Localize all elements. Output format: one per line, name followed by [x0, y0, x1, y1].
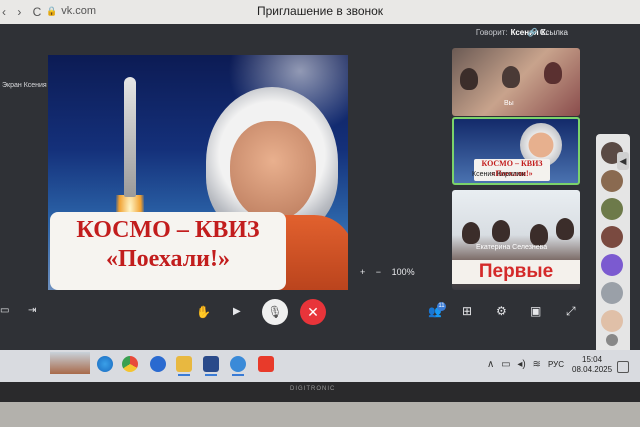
- language-indicator[interactable]: РУС: [548, 360, 564, 369]
- participant-name: Ксения Кирилюк: [472, 171, 526, 178]
- participant-avatar: [462, 222, 480, 244]
- speaker-prefix: Говорит:: [475, 28, 508, 37]
- layout-grid-button[interactable]: ⊞: [462, 304, 472, 318]
- collapse-rail-button[interactable]: ◀: [617, 152, 629, 170]
- participant-avatar: [502, 66, 520, 88]
- thumb-quiz-title: КОСМО – КВИЗ: [481, 159, 543, 168]
- settings-button[interactable]: ⚙: [496, 304, 507, 318]
- active-indicator: [232, 374, 244, 376]
- monitor-brand: DIGITRONIC: [290, 386, 336, 392]
- rail-avatar[interactable]: [601, 170, 623, 192]
- zoom-controls: + − 100%: [360, 267, 415, 277]
- zoom-in-button[interactable]: +: [360, 267, 365, 277]
- raise-hand-button[interactable]: ✋: [196, 305, 211, 319]
- word-icon[interactable]: [203, 356, 219, 372]
- browser-icon[interactable]: [230, 356, 246, 372]
- active-indicator: [205, 374, 217, 376]
- participant-avatar: [460, 68, 478, 90]
- cosmonaut-face: [230, 121, 316, 221]
- quiz-title-card: КОСМО – КВИЗ «Поехали!»: [50, 212, 286, 290]
- shared-screen-slide: КОСМО – КВИЗ «Поехали!»: [48, 55, 348, 290]
- quiz-subtitle: «Поехали!»: [105, 246, 231, 272]
- monitor-bezel: [0, 382, 640, 402]
- app-icon[interactable]: [150, 356, 166, 372]
- zoom-out-button[interactable]: −: [376, 267, 381, 277]
- page-title: Приглашение в звонок: [256, 4, 384, 18]
- folder-icon[interactable]: [176, 356, 192, 372]
- zoom-level: 100%: [391, 267, 415, 277]
- browser-bar: ‹ › C 🔒 vk.com Приглашение в звонок: [0, 0, 640, 24]
- left-control-icon[interactable]: ⇥: [28, 305, 36, 316]
- chat-icon[interactable]: [606, 334, 618, 346]
- link-icon: 🔗: [527, 28, 538, 37]
- wall-background: [0, 402, 640, 427]
- participant-name: Екатерина Селезнева: [476, 244, 548, 251]
- edge-icon[interactable]: [97, 356, 113, 372]
- clock-date: 08.04.2025: [572, 365, 613, 374]
- participant-avatar: [544, 62, 562, 84]
- participant-tile[interactable]: Вы: [452, 48, 580, 116]
- active-indicator: [178, 374, 190, 376]
- participant-tile-active[interactable]: КОСМО – КВИЗ «Поехали!» Ксения Кирилюк: [452, 117, 580, 185]
- fullscreen-button[interactable]: ⤢: [566, 304, 576, 319]
- participant-tile[interactable]: Екатерина Селезнева Первые: [452, 190, 580, 290]
- copy-link-button[interactable]: 🔗 Ссылка: [527, 28, 568, 37]
- banner-text: Первые: [452, 260, 580, 284]
- rail-avatar[interactable]: [601, 254, 623, 276]
- quiz-title: КОСМО – КВИЗ: [76, 217, 260, 243]
- monitor-screen: ‹ › C 🔒 vk.com Приглашение в звонок Говор…: [0, 0, 640, 382]
- participant-avatar: [530, 224, 548, 246]
- system-tray-icons[interactable]: ∧ ▭ ◂) ≋: [487, 359, 541, 370]
- rocket-image: [124, 77, 136, 197]
- participant-name: Вы: [504, 100, 514, 107]
- end-call-button[interactable]: ✕: [300, 299, 326, 325]
- link-label: Ссылка: [539, 28, 568, 37]
- yandex-icon[interactable]: [258, 356, 274, 372]
- rail-avatar[interactable]: [601, 282, 623, 304]
- clock[interactable]: 15:04 08.04.2025: [572, 355, 612, 375]
- participant-avatar: [556, 218, 574, 240]
- screen-share-button[interactable]: ▣: [530, 304, 541, 318]
- desktop-thumbnail[interactable]: [50, 352, 90, 374]
- rail-avatar[interactable]: [601, 198, 623, 220]
- microphone-button[interactable]: 🎙: [262, 299, 288, 325]
- windows-taskbar: ∧ ▭ ◂) ≋ РУС 15:04 08.04.2025: [0, 350, 640, 382]
- rail-avatar[interactable]: [601, 226, 623, 248]
- camera-button[interactable]: ▶: [233, 306, 241, 317]
- notification-icon[interactable]: [617, 361, 629, 373]
- participant-avatar: [492, 220, 510, 242]
- rail-avatar[interactable]: [601, 310, 623, 332]
- participants-count-badge: 11: [437, 302, 446, 311]
- clock-time: 15:04: [582, 355, 603, 364]
- left-control-icon[interactable]: ▭: [0, 305, 9, 316]
- chrome-icon[interactable]: [122, 356, 138, 372]
